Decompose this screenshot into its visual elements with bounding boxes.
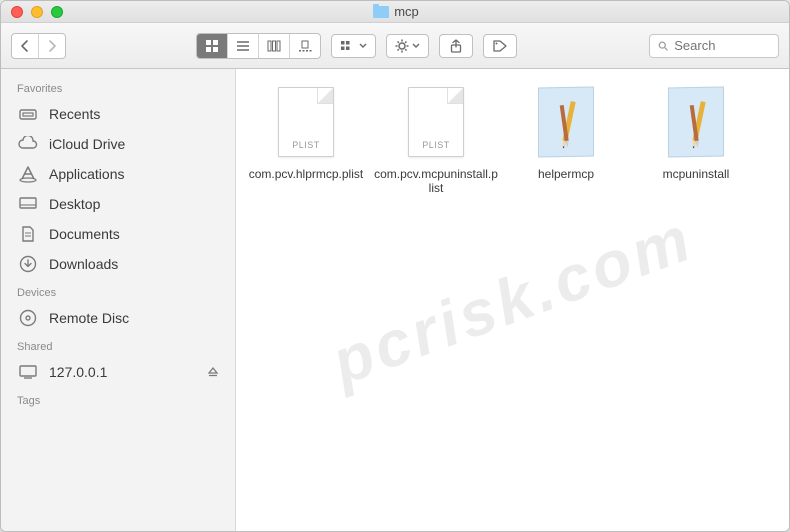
- sidebar-header-shared: Shared: [1, 333, 235, 357]
- file-item[interactable]: PLIST com.pcv.hlprmcp.plist: [242, 87, 370, 195]
- file-name: com.pcv.hlprmcp.plist: [242, 167, 370, 181]
- file-name: helpermcp: [502, 167, 630, 181]
- share-button[interactable]: [439, 34, 473, 58]
- forward-button[interactable]: [39, 34, 65, 58]
- group-by-button[interactable]: [331, 34, 376, 58]
- sidebar-item-applications[interactable]: Applications: [1, 159, 235, 189]
- sidebar-item-label: Remote Disc: [49, 310, 129, 326]
- disc-icon: [17, 309, 39, 327]
- sidebar-header-tags: Tags: [1, 387, 235, 411]
- app-icon: [664, 87, 728, 159]
- folder-icon: [373, 6, 389, 18]
- app-icon: [534, 87, 598, 159]
- titlebar[interactable]: mcp: [1, 1, 789, 23]
- search-icon: [658, 40, 668, 52]
- column-view-button[interactable]: [259, 34, 290, 58]
- gallery-view-button[interactable]: [290, 34, 320, 58]
- search-field[interactable]: [649, 34, 779, 58]
- nav-buttons: [11, 33, 66, 59]
- documents-icon: [17, 225, 39, 243]
- downloads-icon: [17, 255, 39, 273]
- sidebar: Favorites Recents iCloud Drive Applicati…: [1, 69, 236, 531]
- computer-icon: [17, 363, 39, 381]
- sidebar-item-remote-disc[interactable]: Remote Disc: [1, 303, 235, 333]
- eject-icon[interactable]: [207, 366, 219, 378]
- traffic-lights: [1, 6, 63, 18]
- sidebar-item-label: 127.0.0.1: [49, 364, 107, 380]
- tags-button[interactable]: [483, 34, 517, 58]
- view-mode: [196, 33, 321, 59]
- file-name: mcpuninstall: [632, 167, 760, 181]
- back-button[interactable]: [12, 34, 39, 58]
- content-area[interactable]: PLIST com.pcv.hlprmcp.plist PLIST com.pc…: [236, 69, 789, 531]
- sidebar-item-label: Applications: [49, 166, 125, 182]
- finder-window: mcp: [0, 0, 790, 532]
- plist-file-icon: PLIST: [274, 87, 338, 159]
- file-name: com.pcv.mcpuninstall.plist: [372, 167, 500, 195]
- sidebar-item-desktop[interactable]: Desktop: [1, 189, 235, 219]
- watermark: pcrisk.com: [174, 0, 790, 532]
- recents-icon: [17, 105, 39, 123]
- sidebar-item-label: iCloud Drive: [49, 136, 125, 152]
- file-item[interactable]: helpermcp: [502, 87, 630, 195]
- sidebar-item-label: Recents: [49, 106, 100, 122]
- window-title: mcp: [63, 4, 729, 19]
- sidebar-item-label: Downloads: [49, 256, 118, 272]
- window-title-text: mcp: [394, 4, 419, 19]
- sidebar-item-downloads[interactable]: Downloads: [1, 249, 235, 279]
- plist-file-icon: PLIST: [404, 87, 468, 159]
- sidebar-item-icloud[interactable]: iCloud Drive: [1, 129, 235, 159]
- toolbar: [1, 23, 789, 69]
- cloud-icon: [17, 135, 39, 153]
- sidebar-item-shared-host[interactable]: 127.0.0.1: [1, 357, 235, 387]
- sidebar-item-documents[interactable]: Documents: [1, 219, 235, 249]
- icon-view-button[interactable]: [197, 34, 228, 58]
- file-item[interactable]: PLIST com.pcv.mcpuninstall.plist: [372, 87, 500, 195]
- sidebar-item-recents[interactable]: Recents: [1, 99, 235, 129]
- sidebar-header-favorites: Favorites: [1, 75, 235, 99]
- sidebar-item-label: Desktop: [49, 196, 100, 212]
- action-button[interactable]: [386, 34, 429, 58]
- search-input[interactable]: [674, 38, 770, 53]
- sidebar-item-label: Documents: [49, 226, 120, 242]
- list-view-button[interactable]: [228, 34, 259, 58]
- close-button[interactable]: [11, 6, 23, 18]
- desktop-icon: [17, 195, 39, 213]
- minimize-button[interactable]: [31, 6, 43, 18]
- zoom-button[interactable]: [51, 6, 63, 18]
- sidebar-header-devices: Devices: [1, 279, 235, 303]
- applications-icon: [17, 165, 39, 183]
- file-item[interactable]: mcpuninstall: [632, 87, 760, 195]
